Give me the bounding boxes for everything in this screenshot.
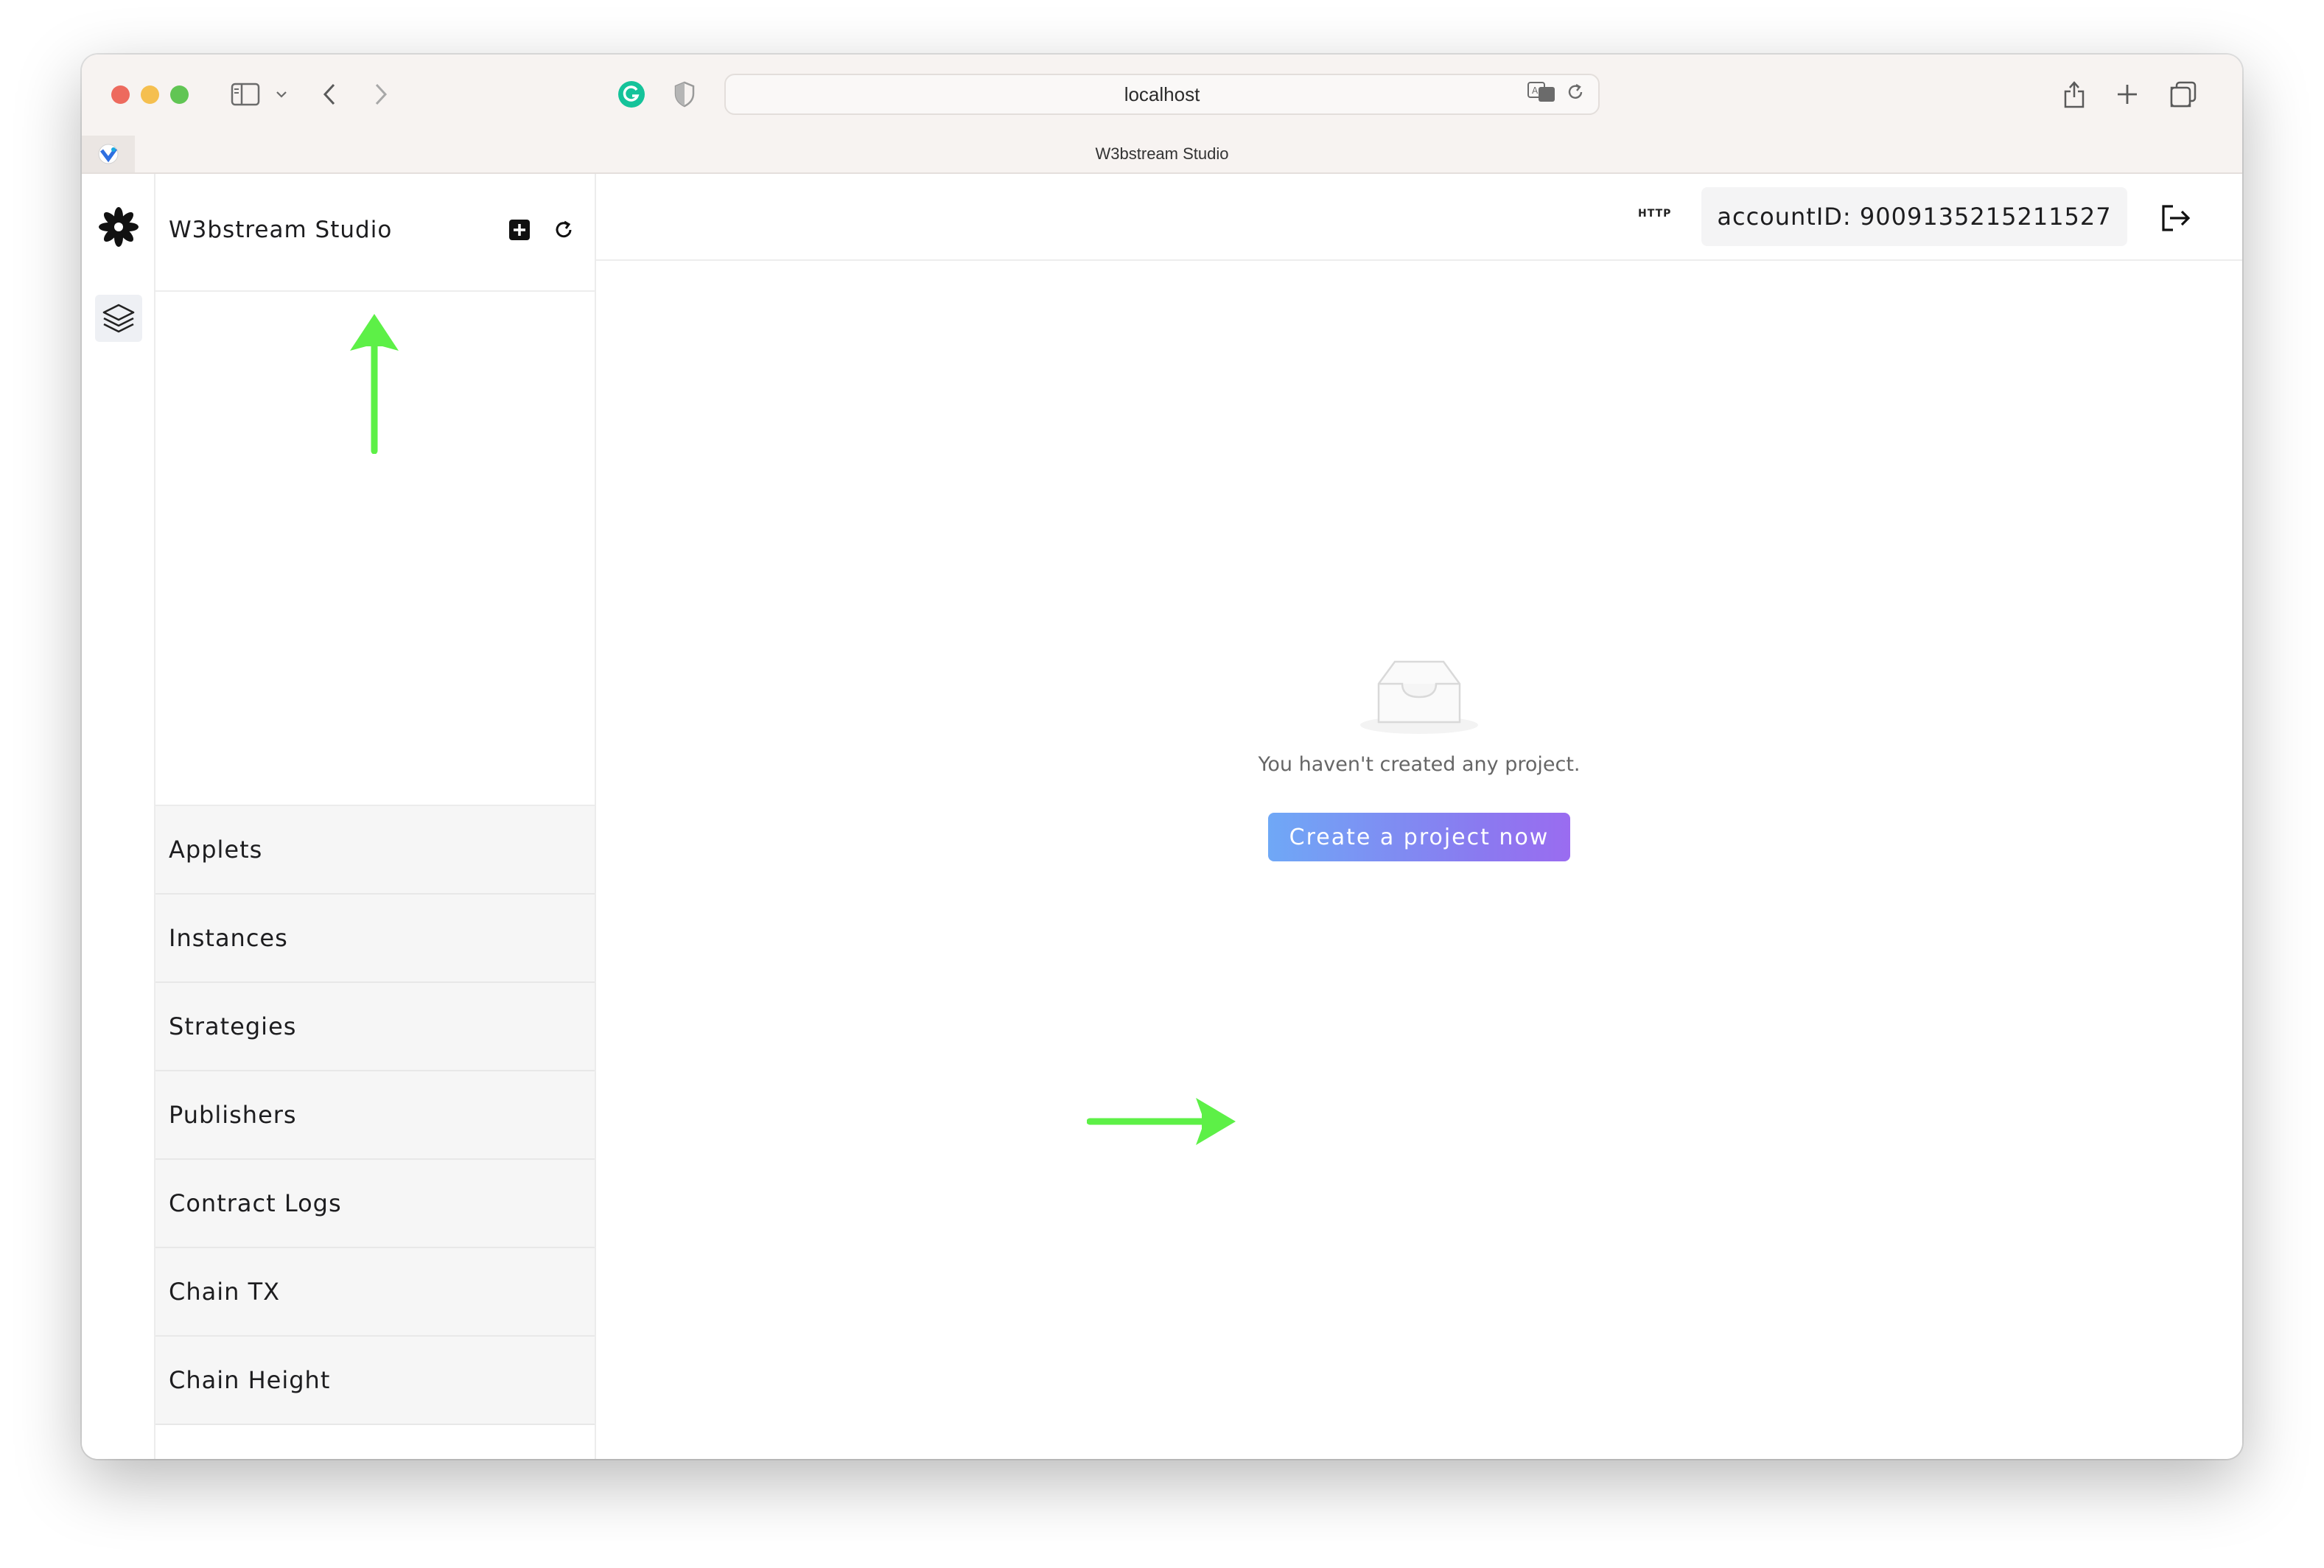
project-sidebar: W3bstream Studio Applets Instances Strat…: [155, 174, 596, 1459]
empty-state: You haven't created any project. Create …: [596, 654, 2242, 861]
annotation-arrow-right: [1086, 1095, 1237, 1151]
logout-button[interactable]: [2158, 200, 2194, 236]
browser-toolbar: localhost A: [82, 55, 2242, 136]
create-project-button[interactable]: Create a project now: [1268, 813, 1570, 861]
main-header: HTTP accountID: 9009135215211527: [596, 174, 2242, 261]
logout-icon: [2162, 205, 2191, 231]
menu-item-strategies[interactable]: Strategies: [155, 983, 595, 1071]
grammarly-extension-icon[interactable]: [614, 77, 649, 112]
close-window-button[interactable]: [111, 85, 130, 104]
tab-title: W3bstream Studio: [1095, 144, 1229, 163]
app-title: W3bstream Studio: [169, 217, 393, 243]
account-id-display: accountID: 9009135215211527: [1701, 187, 2127, 246]
new-tab-icon[interactable]: [2113, 77, 2142, 112]
menu-item-contract-logs[interactable]: Contract Logs: [155, 1160, 595, 1248]
active-tab[interactable]: W3bstream Studio: [82, 136, 2242, 172]
forward-icon[interactable]: [366, 77, 396, 112]
privacy-shield-icon[interactable]: [668, 77, 701, 112]
layers-icon[interactable]: [95, 295, 142, 342]
plus-square-icon: [509, 220, 530, 240]
tab-overview-icon[interactable]: [2167, 77, 2199, 112]
protocol-badge[interactable]: HTTP: [1638, 208, 1671, 220]
translate-icon[interactable]: A: [1527, 81, 1555, 108]
menu-item-publishers[interactable]: Publishers: [155, 1071, 595, 1160]
pinned-tab-favicon[interactable]: [82, 136, 135, 172]
svg-text:A: A: [1532, 85, 1539, 96]
sidebar-header: W3bstream Studio: [155, 174, 595, 292]
tab-bar: W3bstream Studio: [82, 136, 2242, 174]
menu-item-chain-tx[interactable]: Chain TX: [155, 1248, 595, 1337]
add-project-button[interactable]: [505, 215, 534, 245]
refresh-icon: [556, 220, 572, 238]
icon-rail: [82, 174, 155, 1459]
app-root: W3bstream Studio Applets Instances Strat…: [82, 174, 2242, 1459]
back-icon[interactable]: [315, 77, 344, 112]
minimize-window-button[interactable]: [141, 85, 159, 104]
menu-item-chain-height[interactable]: Chain Height: [155, 1337, 595, 1425]
address-bar[interactable]: localhost A: [724, 74, 1600, 115]
empty-message: You haven't created any project.: [1258, 753, 1581, 776]
annotation-arrow-up: [349, 314, 400, 457]
sidebar-toggle-icon[interactable]: [223, 77, 267, 112]
menu-item-applets[interactable]: Applets: [155, 806, 595, 895]
empty-inbox-icon: [1357, 654, 1482, 738]
chevron-down-icon[interactable]: [270, 77, 293, 112]
refresh-button[interactable]: [549, 215, 578, 245]
w3bstream-logo-icon[interactable]: [95, 203, 142, 251]
share-icon[interactable]: [2059, 77, 2089, 112]
main-content: HTTP accountID: 9009135215211527 You hav…: [596, 174, 2242, 1459]
menu-item-instances[interactable]: Instances: [155, 895, 595, 983]
browser-window: localhost A W3bstream Studio W3bstream S…: [82, 55, 2242, 1459]
reload-icon[interactable]: [1566, 83, 1585, 107]
url-text: localhost: [1124, 83, 1200, 105]
zoom-window-button[interactable]: [170, 85, 189, 104]
sidebar-menu: Applets Instances Strategies Publishers …: [155, 805, 595, 1425]
